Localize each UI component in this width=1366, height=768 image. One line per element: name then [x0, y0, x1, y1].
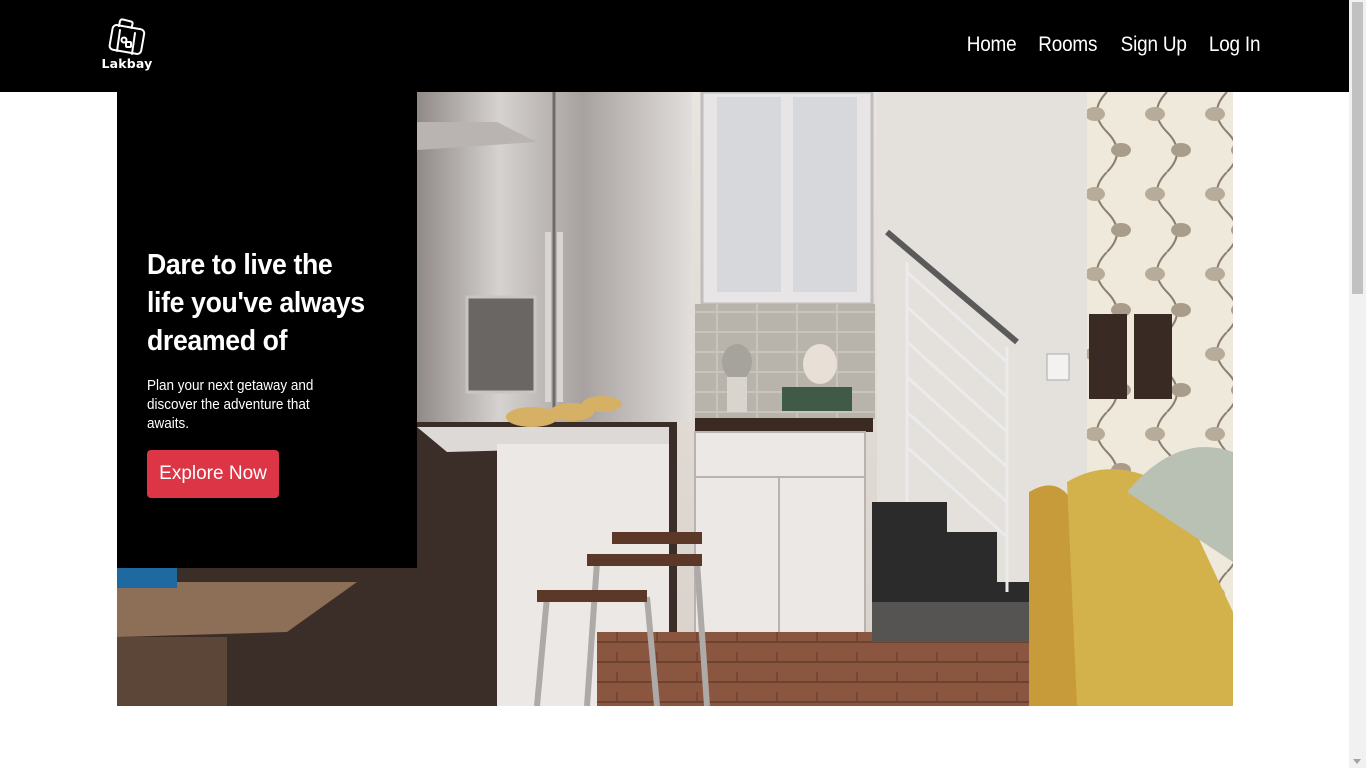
brand-name: Lakbay	[101, 56, 153, 71]
nav-login-link[interactable]: Log In	[1209, 33, 1261, 57]
suitcase-icon	[108, 18, 146, 55]
nav-menu: Home Rooms Sign Up Log In	[964, 33, 1263, 57]
hero-subtitle: Plan your next getaway and discover the …	[147, 378, 314, 432]
scroll-down-arrow-icon[interactable]	[1353, 759, 1361, 764]
brand-logo-link[interactable]: Lakbay	[101, 18, 153, 74]
nav-signup-link[interactable]: Sign Up	[1120, 33, 1186, 57]
hero-card: Dare to live the life you've always drea…	[117, 92, 417, 568]
nav-home-link[interactable]: Home	[967, 33, 1017, 57]
scrollbar-thumb[interactable]	[1352, 2, 1363, 294]
vertical-scrollbar[interactable]	[1349, 0, 1366, 768]
nav-rooms-link[interactable]: Rooms	[1038, 33, 1097, 57]
hero-title: Dare to live the life you've always drea…	[147, 249, 365, 357]
top-navbar: Lakbay Home Rooms Sign Up Log In	[0, 0, 1349, 92]
explore-now-button[interactable]: Explore Now	[147, 450, 279, 498]
